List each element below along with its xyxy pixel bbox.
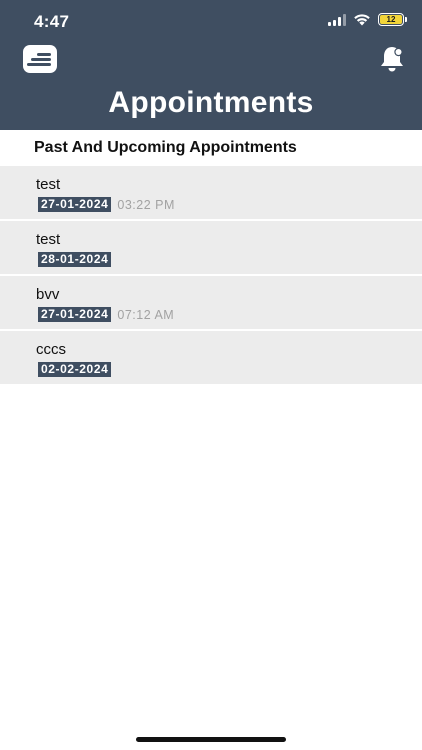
appointment-meta: 28-01-2024 [38,252,117,267]
appointment-time: 03:22 PM [117,197,175,212]
status-icons: 12 [328,13,407,26]
home-indicator[interactable] [136,737,286,742]
status-bar: 4:47 12 [0,0,422,40]
appointment-title: bvv [36,286,60,303]
menu-icon [37,53,51,56]
appointment-meta: 02-02-2024 [38,362,117,377]
cellular-signal-icon [328,13,346,26]
battery-icon: 12 [378,13,407,26]
appointment-title: test [36,231,61,248]
bell-icon[interactable] [378,44,406,74]
page-title: Appointments [108,86,314,119]
appointment-date: 28-01-2024 [38,252,112,267]
menu-button[interactable] [23,45,57,73]
status-time: 4:47 [34,12,70,31]
appointment-item[interactable]: bvv 27-01-2024 07:12 AM [0,276,422,329]
appointment-item[interactable]: cccs 02-02-2024 [0,331,422,384]
appointment-item[interactable]: test 28-01-2024 [0,221,422,274]
appointment-item[interactable]: test 27-01-2024 03:22 PM [0,166,422,219]
battery-level: 12 [380,15,402,24]
wifi-icon [354,14,370,26]
appointment-meta: 27-01-2024 03:22 PM [38,197,175,212]
appointment-meta: 27-01-2024 07:12 AM [38,307,174,322]
appointment-date: 27-01-2024 [38,307,112,322]
appointment-time: 07:12 AM [117,307,175,322]
appointments-screen: 4:47 12 Appointments Past And Upcoming A… [0,0,422,750]
section-title: Past And Upcoming Appointments [34,139,297,156]
appointment-date: 02-02-2024 [38,362,112,377]
appointments-list: test 27-01-2024 03:22 PM test 28-01-2024… [0,166,422,386]
app-header: 4:47 12 Appointments [0,0,422,130]
appointment-title: test [36,176,61,193]
appointment-date: 27-01-2024 [38,197,112,212]
appointment-title: cccs [36,341,66,358]
